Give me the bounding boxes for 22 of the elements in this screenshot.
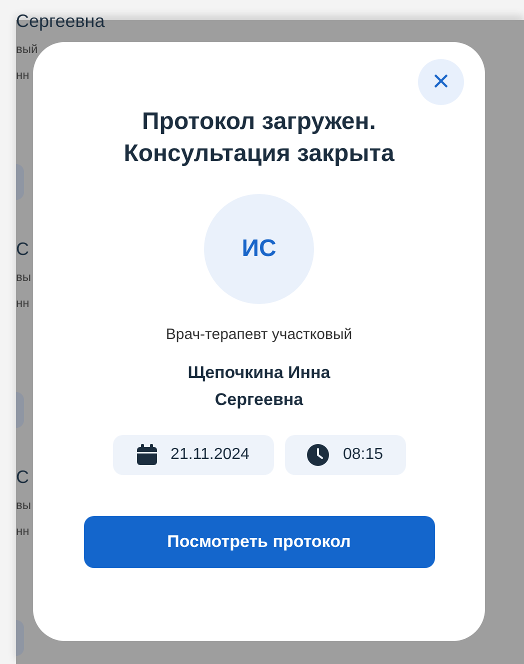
calendar-icon bbox=[136, 444, 157, 465]
doctor-name: Сергеевна bbox=[16, 10, 105, 33]
view-protocol-button[interactable]: Посмотреть протокол bbox=[84, 516, 434, 568]
card-text: нн bbox=[16, 295, 30, 312]
card-text: нн bbox=[16, 67, 30, 84]
card-chip bbox=[16, 620, 24, 656]
doctor-avatar: ИС bbox=[204, 194, 314, 304]
doctor-name: С bbox=[16, 238, 29, 261]
card-text: вы bbox=[16, 497, 31, 514]
card-text: вый bbox=[16, 41, 38, 58]
doctor-name: Щепочкина Инна Сергеевна bbox=[186, 362, 332, 410]
clock-icon bbox=[306, 444, 329, 466]
card-chip bbox=[16, 392, 24, 428]
consultation-date: 21.11.2024 bbox=[170, 444, 250, 464]
doctor-specialty: Врач-терапевт участковый bbox=[166, 325, 352, 345]
consultation-time: 08:15 bbox=[342, 444, 384, 464]
card-text: вы bbox=[16, 269, 31, 286]
card-chip bbox=[16, 164, 24, 200]
close-button[interactable]: × bbox=[418, 59, 464, 105]
modal-title: Протокол загружен. Консультация закрыта bbox=[122, 107, 396, 169]
doctor-name: С bbox=[16, 466, 29, 489]
card-text: нн bbox=[16, 523, 30, 540]
